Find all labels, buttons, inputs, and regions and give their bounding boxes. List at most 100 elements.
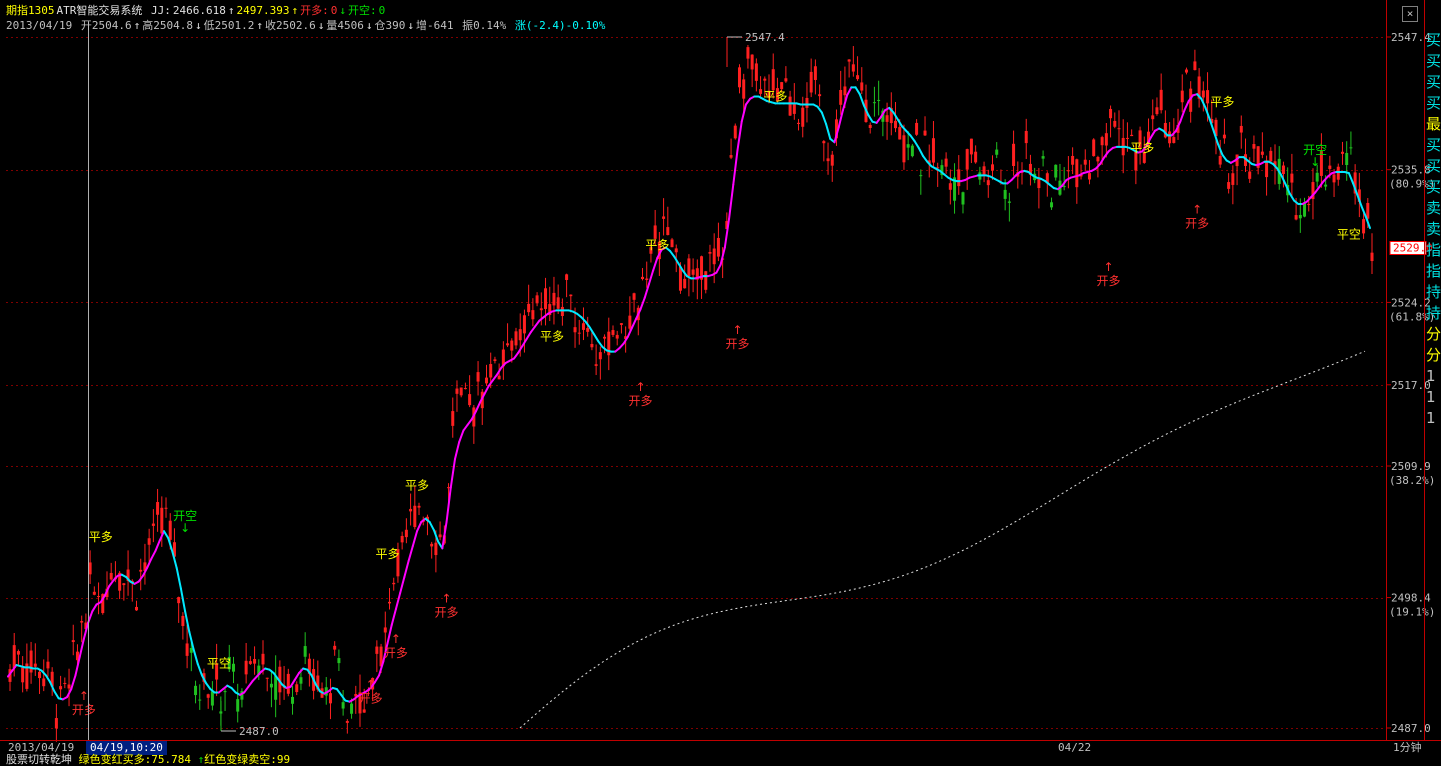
kline-chart[interactable]: ↑开多平多↓开空平空↑开多↑开多平多平多↑开多平多↑开多平多↑开多平多↑开多平多… <box>0 0 1441 763</box>
candle-body <box>1007 201 1011 203</box>
trend-segment <box>858 93 865 107</box>
candle-body <box>333 645 337 650</box>
signal-label: 平多 <box>540 330 564 344</box>
trend-segment <box>1221 153 1228 162</box>
trend-segment <box>728 183 735 220</box>
signal-label: 开多 <box>72 703 96 717</box>
right-strip-glyph: 持 <box>1426 283 1441 301</box>
candle-body <box>1172 137 1176 143</box>
candle-body <box>522 315 526 334</box>
candle-body <box>1092 139 1096 157</box>
quote-low: 低2501.2 <box>203 19 255 32</box>
candle-body <box>1184 69 1188 73</box>
trend-segment <box>597 340 604 349</box>
symbol-label[interactable]: 期指1305 <box>6 4 55 17</box>
trend-segment <box>875 116 882 124</box>
subpanel-title[interactable]: 股票切转乾坤 <box>6 753 72 766</box>
jj-value: 2466.618 <box>172 4 226 17</box>
candle-body <box>818 94 822 97</box>
trend-segment <box>647 269 655 286</box>
candle-body <box>337 658 341 664</box>
trend-segment <box>53 690 60 700</box>
candle-body <box>236 699 240 712</box>
signal-label: 平多 <box>375 547 399 561</box>
right-strip-glyph: 1 <box>1426 367 1436 385</box>
right-strip-glyph: 1 <box>1426 388 1436 406</box>
candle-body <box>71 640 75 643</box>
signal-label: 平空 <box>207 657 231 671</box>
trend-segment <box>1314 185 1321 194</box>
trend-segment <box>1183 100 1190 112</box>
candle-body <box>447 487 451 489</box>
candle-body <box>923 130 927 136</box>
right-strip-glyph: 卖 <box>1426 199 1441 217</box>
arrow-up-icon: ↑ <box>1104 260 1114 274</box>
arrow-down-icon: ↓ <box>339 4 346 17</box>
candle-body <box>1201 90 1205 98</box>
indicator-header: 期指1305 ATR智能交易系统 JJ: 2466.618 ↑ 2497.393 ↑ 开多:… <box>6 4 387 18</box>
candle-body <box>1155 107 1159 115</box>
candle-body <box>872 102 876 104</box>
trend-segment <box>922 154 929 163</box>
date-mid: 04/22 <box>1058 741 1092 754</box>
candle-body <box>177 597 181 604</box>
candle-body <box>1130 134 1134 137</box>
candle-body <box>59 686 63 690</box>
right-strip-glyph: 指 <box>1426 262 1441 280</box>
arrow-down-icon: ↓ <box>365 19 373 32</box>
signal-label: 平多 <box>405 478 429 492</box>
candle-body <box>164 507 168 509</box>
candle-body <box>535 295 539 304</box>
quote-open: 开2504.6 <box>80 19 132 32</box>
candle-body <box>1050 202 1054 208</box>
signal-label: 平空 <box>1337 228 1361 242</box>
candle-body <box>341 702 345 709</box>
quote-volume: 量4506 <box>326 19 364 32</box>
trend-segment <box>491 373 499 382</box>
open-short-value: 0 <box>378 4 386 17</box>
quote-line: 2013/04/19 开2504.6 ↑ 高2504.8 ↓ 低2501.2 ↑ 收2502… <box>6 19 607 33</box>
trend-segment <box>909 134 916 143</box>
signal-label: 平多 <box>645 238 669 252</box>
candle-body <box>16 651 20 655</box>
candle-body <box>632 293 636 300</box>
arrow-down-icon: ↓ <box>180 521 190 535</box>
candle-body <box>417 505 421 508</box>
candle-body <box>670 239 674 248</box>
candle-body <box>898 127 902 140</box>
arrow-up-icon: ↑ <box>391 632 401 646</box>
right-strip-glyph: 1 <box>1426 409 1436 427</box>
candle-body <box>253 658 257 664</box>
candle-body <box>1024 130 1028 144</box>
candle-body <box>210 691 214 706</box>
trend-segment <box>453 440 461 461</box>
candle-body <box>581 323 585 330</box>
candle-body <box>986 180 990 186</box>
candle-body <box>122 583 126 586</box>
y-tick-sub: (38.2%) <box>1389 474 1435 487</box>
trend-segment <box>449 458 456 489</box>
candle-body <box>185 643 189 656</box>
candle-body <box>434 542 438 556</box>
candle-body <box>413 505 417 528</box>
candle-body <box>809 71 813 93</box>
candle-body <box>801 107 805 127</box>
candle-body <box>248 661 252 664</box>
candle-body <box>181 615 185 627</box>
candle-body <box>965 149 969 170</box>
jj-label: JJ: <box>151 4 171 17</box>
candle-body <box>345 720 349 723</box>
candle-body <box>46 661 50 669</box>
right-strip-glyph: 分 <box>1426 325 1441 343</box>
trend-segment <box>732 149 739 186</box>
close-button[interactable]: × <box>1402 6 1418 22</box>
candle-body <box>135 606 139 611</box>
period-selector[interactable]: 1分钟 <box>1393 741 1422 755</box>
signal-label: 开多 <box>1097 274 1121 288</box>
candle-body <box>1252 144 1256 149</box>
trend-segment <box>513 351 520 360</box>
candle-body <box>628 315 632 329</box>
candle-body <box>894 120 898 129</box>
open-short-label: 开空: <box>347 4 377 17</box>
trend-segment <box>390 608 397 627</box>
